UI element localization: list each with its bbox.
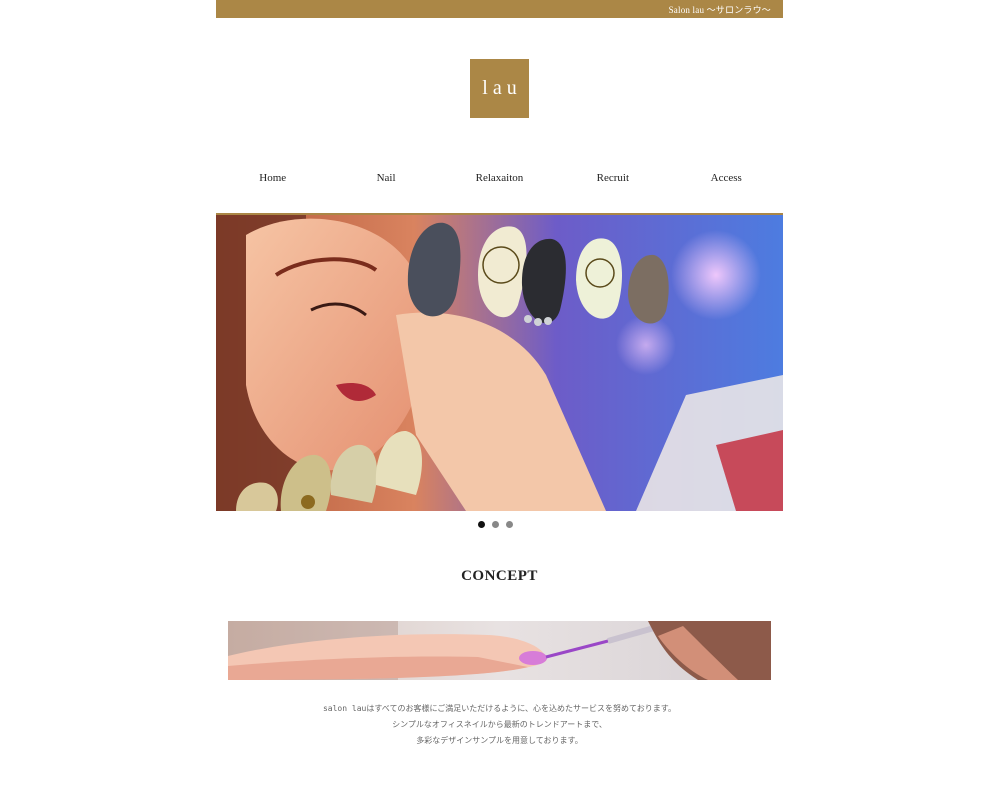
salon-name-text: Salon lau 〜サロンラウ〜	[668, 5, 771, 15]
nav-item-nail[interactable]: Nail	[329, 172, 442, 190]
hero-slide-image[interactable]	[216, 213, 783, 511]
concept-line-1: salon lauはすべてのお客様にご満足いただけるように、心を込めたサービスを…	[322, 704, 677, 713]
logo-text: lau	[482, 77, 522, 99]
slider-dots	[478, 521, 513, 528]
main-nav: Home Nail Relaxaiton Recruit Access	[216, 172, 783, 190]
nav-item-relaxation[interactable]: Relaxaiton	[443, 172, 556, 190]
nail-painting-photo	[228, 621, 771, 680]
nav-item-home[interactable]: Home	[216, 172, 329, 190]
nav-item-recruit[interactable]: Recruit	[556, 172, 669, 190]
concept-banner-image	[228, 621, 771, 680]
concept-line-2: シンプルなオフィスネイルから最新のトレンドアートまで、	[392, 720, 607, 729]
slider-dot-1[interactable]	[478, 521, 485, 528]
page: Salon lau 〜サロンラウ〜 lau Home Nail Relaxait…	[216, 0, 783, 800]
concept-description: salon lauはすべてのお客様にご満足いただけるように、心を込めたサービスを…	[216, 701, 783, 749]
hero-nail-art-photo	[216, 215, 783, 511]
logo[interactable]: lau	[470, 59, 529, 118]
slider-dot-3[interactable]	[506, 521, 513, 528]
top-bar: Salon lau 〜サロンラウ〜	[216, 0, 783, 18]
concept-line-3: 多彩なデザインサンプルを用意しております。	[416, 736, 583, 745]
slider-dot-2[interactable]	[492, 521, 499, 528]
nav-item-access[interactable]: Access	[670, 172, 783, 190]
concept-heading: CONCEPT	[461, 568, 538, 584]
